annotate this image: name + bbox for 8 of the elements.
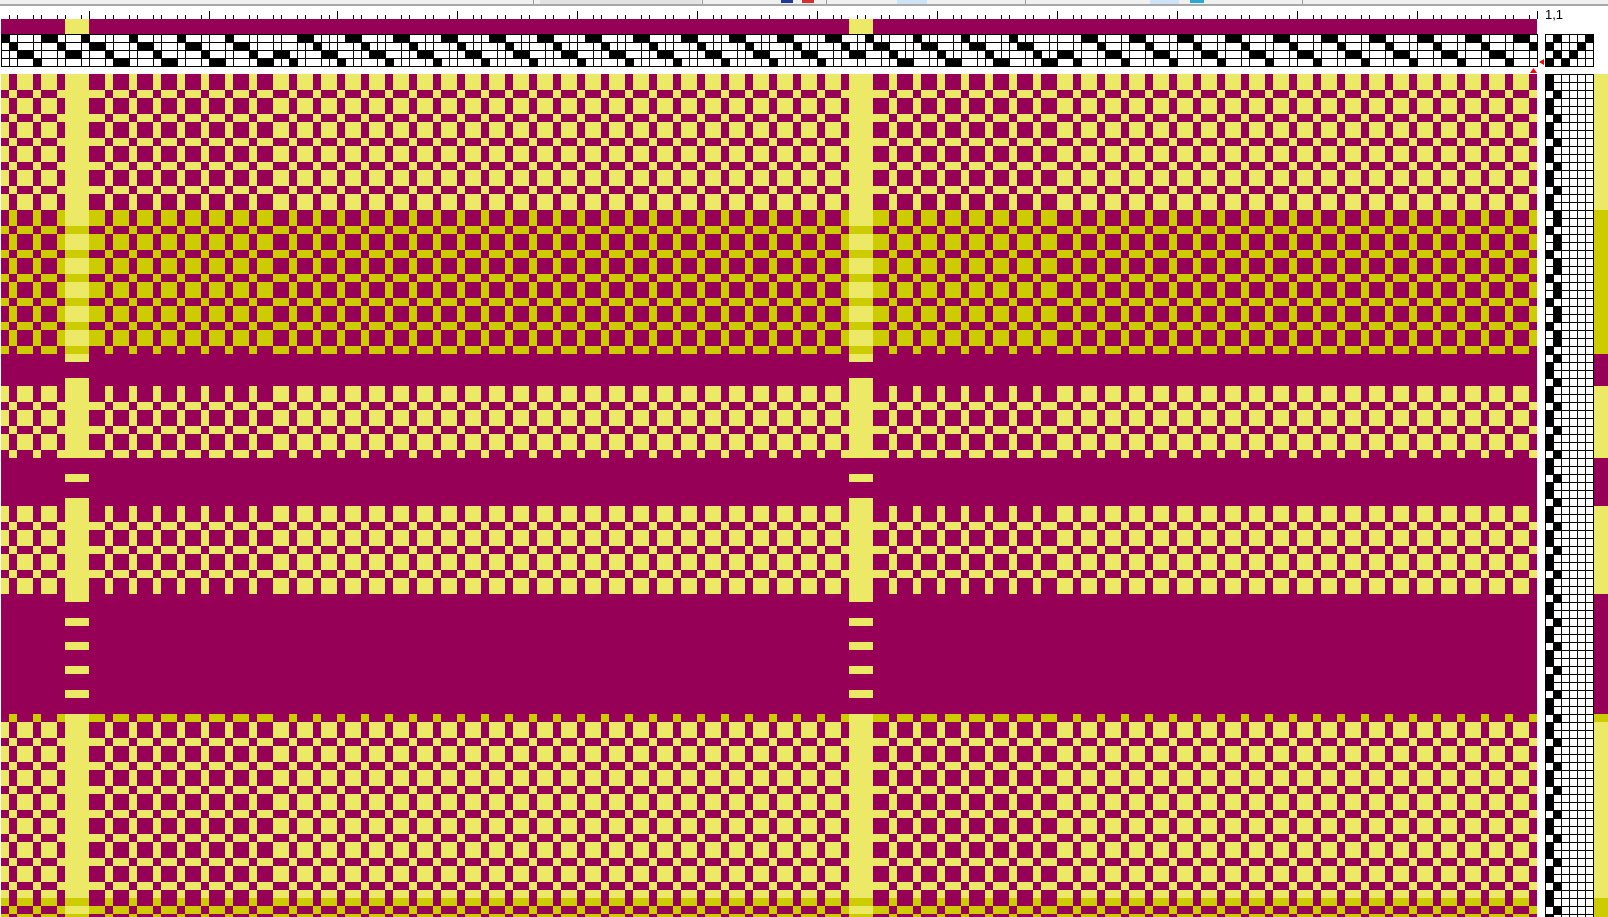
triangle-marker-icon: [1539, 59, 1544, 65]
treadling-grid[interactable]: [1545, 74, 1594, 917]
threading-grid[interactable]: [0, 34, 1538, 67]
position-label: 1,1: [1545, 7, 1564, 22]
warp-color-strip[interactable]: [0, 19, 1538, 34]
weft-color-strip[interactable]: [1594, 74, 1608, 917]
triangle-marker-icon: [1530, 68, 1537, 73]
tie-up-grid[interactable]: [1545, 34, 1594, 67]
